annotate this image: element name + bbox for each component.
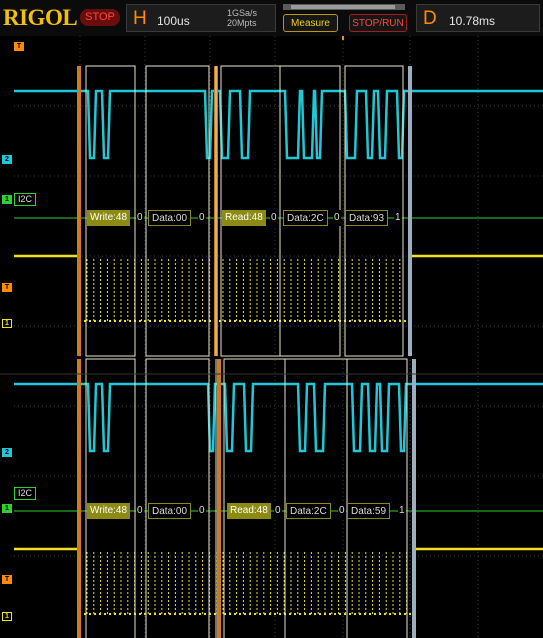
measure-button[interactable]: Measure: [283, 14, 338, 32]
upper-packet-ack-1: 0: [198, 210, 206, 226]
top-toolbar: RIGOL STOP H 100us 1GSa/s 20Mpts Measure…: [0, 0, 543, 36]
graticule-grid: [14, 36, 543, 638]
upper-packet-address-2[interactable]: Read:48: [222, 210, 266, 226]
ch2-offset-marker[interactable]: 2: [2, 155, 12, 164]
lower-i2c-bus-label: I2C: [14, 487, 36, 500]
sample-rate-value: 1GSa/s: [227, 8, 258, 18]
delay-settings[interactable]: D 10.78ms: [416, 4, 540, 32]
upper-sda-trace: [14, 89, 543, 160]
lower-decode-offset-marker[interactable]: 1: [2, 504, 12, 513]
lower-view: [14, 358, 543, 638]
ch1-trigger-marker[interactable]: T: [2, 283, 12, 292]
upper-packet-address-0[interactable]: Write:48: [87, 210, 131, 226]
upper-packet-ack-4: 1: [394, 210, 402, 226]
rigol-logo: RIGOL: [3, 5, 78, 30]
trigger-marker[interactable]: T: [14, 42, 24, 51]
lower-packet-data-3[interactable]: Data:2C: [286, 503, 331, 519]
memory-depth-value: 20Mpts: [227, 18, 257, 28]
upper-scl-clock-pulses: [86, 258, 401, 321]
lower-ch1-trigger-marker[interactable]: T: [2, 575, 12, 584]
delay-letter: D: [423, 8, 437, 29]
upper-stop-marker: [408, 66, 412, 356]
upper-packet-data-3[interactable]: Data:2C: [283, 210, 328, 226]
lower-ch1-offset-marker[interactable]: 1: [2, 612, 12, 621]
lower-packet-ack-3: 0: [338, 503, 346, 519]
lower-packet-ack-2: 0: [274, 503, 282, 519]
upper-packet-data-4[interactable]: Data:93: [345, 210, 389, 226]
upper-packet-ack-2: 0: [270, 210, 278, 226]
horizontal-letter: H: [133, 8, 147, 29]
lower-packet-data-4[interactable]: Data:59: [347, 503, 391, 519]
memory-position-indicator: [283, 4, 405, 10]
upper-packet-ack-3: 0: [333, 210, 341, 226]
stop-run-button[interactable]: STOP/RUN: [349, 14, 407, 32]
lower-packet-data-1[interactable]: Data:00: [148, 503, 192, 519]
lower-ch2-offset-marker[interactable]: 2: [2, 448, 12, 457]
lower-packet-ack-1: 0: [198, 503, 206, 519]
lower-packet-address-2[interactable]: Read:48: [227, 503, 271, 519]
lower-packet-address-0[interactable]: Write:48: [87, 503, 131, 519]
lower-packet-ack-4: 1: [398, 503, 406, 519]
lower-packet-ack-0: 0: [136, 503, 144, 519]
lower-start-marker-1: [77, 359, 81, 638]
upper-packet-data-1[interactable]: Data:00: [148, 210, 192, 226]
horizontal-settings[interactable]: H 100us 1GSa/s 20Mpts: [126, 4, 276, 32]
upper-start-marker-1: [77, 66, 81, 356]
run-status-badge[interactable]: STOP: [80, 9, 120, 26]
lower-stop-marker: [412, 359, 416, 638]
decode-offset-marker[interactable]: 1: [2, 195, 12, 204]
waveform-canvas: [0, 36, 543, 638]
lower-packet-box-3: [284, 358, 348, 638]
upper-i2c-bus-label: I2C: [14, 193, 36, 206]
delay-value: 10.78ms: [449, 14, 496, 28]
lower-start-marker-2: [217, 359, 221, 638]
timebase-value: 100us: [157, 14, 190, 28]
upper-packet-ack-0: 0: [136, 210, 144, 226]
lower-sda-trace: [14, 382, 543, 453]
ch1-offset-marker[interactable]: 1: [2, 319, 12, 328]
waveform-display[interactable]: T 2 1 T 1 2 1 T 1 I2C I2C Write:48 0 Data:…: [0, 36, 543, 638]
